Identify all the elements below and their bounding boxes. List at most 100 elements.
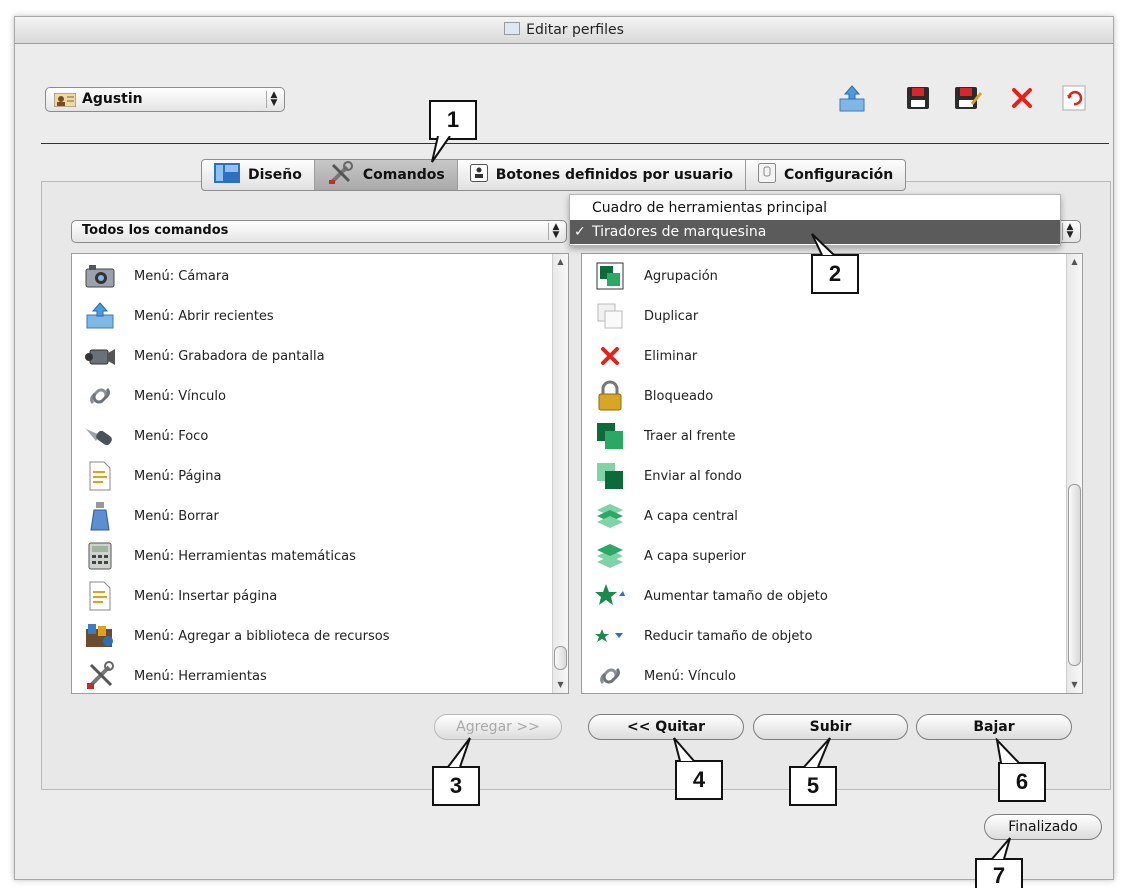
callout-7: 7: [975, 858, 1023, 888]
list-item[interactable]: Menú: Página: [80, 456, 222, 496]
tab-botones-definidos[interactable]: Botones definidos por usuario: [458, 160, 746, 190]
list-item[interactable]: Reducir tamaño de objeto: [590, 616, 812, 656]
tab-label: Configuración: [783, 167, 894, 183]
callout-5-pointer: [803, 737, 831, 768]
save-as-profile-button[interactable]: [953, 83, 983, 113]
callout-2: 2: [811, 254, 859, 294]
edit-profiles-window: Editar perfiles Agustin ▲ ▼ Diseño Comand…: [14, 16, 1114, 880]
layer-middle-icon: [590, 498, 630, 534]
list-item[interactable]: A capa superior: [590, 536, 746, 576]
delete-profile-button[interactable]: [1007, 83, 1037, 113]
list-item[interactable]: Menú: Grabadora de pantalla: [80, 336, 325, 376]
callout-4-pointer: [673, 737, 695, 762]
user-icon: [53, 92, 77, 111]
scrollbar[interactable]: ▲ ▼: [552, 254, 568, 693]
refresh-icon: [1062, 85, 1086, 111]
list-item-label: Menú: Vínculo: [644, 668, 736, 684]
list-item[interactable]: Menú: Abrir recientes: [80, 296, 274, 336]
document-icon: [504, 22, 521, 35]
camera-icon: [80, 258, 120, 294]
list-item[interactable]: Bloqueado: [590, 376, 713, 416]
list-item-label: Menú: Abrir recientes: [134, 308, 274, 324]
clear-spray-icon: [80, 498, 120, 534]
resource-library-icon: [80, 618, 120, 654]
page-icon: [80, 458, 120, 494]
list-item-label: Eliminar: [644, 348, 698, 364]
list-item-label: Menú: Herramientas: [134, 668, 267, 684]
list-item[interactable]: Traer al frente: [590, 416, 736, 456]
insert-page-icon: [80, 578, 120, 614]
callout-7-pointer: [991, 837, 1011, 860]
list-item-label: Bloqueado: [644, 388, 714, 404]
command-filter-select[interactable]: Todos los comandos ▲ ▼: [71, 220, 567, 243]
save-icon: [907, 87, 929, 109]
scroll-down-icon[interactable]: ▼: [1067, 679, 1082, 691]
scroll-up-icon[interactable]: ▲: [553, 256, 568, 268]
move-down-button[interactable]: Bajar: [916, 714, 1072, 740]
remove-command-button[interactable]: << Quitar: [588, 714, 744, 740]
tab-diseno[interactable]: Diseño: [202, 160, 315, 190]
delete-icon: [1012, 88, 1032, 108]
list-item[interactable]: Menú: Vínculo: [80, 376, 226, 416]
scroll-thumb[interactable]: [1068, 484, 1081, 666]
link-icon: [590, 658, 630, 693]
chevron-updown-icon: ▲ ▼: [1062, 223, 1077, 240]
list-item[interactable]: Duplicar: [590, 296, 698, 336]
checkmark-icon: ✓: [574, 224, 586, 240]
scroll-thumb[interactable]: [554, 646, 567, 670]
list-item-label: Menú: Página: [134, 468, 222, 484]
available-commands-list[interactable]: Menú: Cámara Menú: Abrir recientes Menú: G…: [71, 253, 569, 694]
send-back-icon: [590, 458, 630, 494]
callout-3-pointer: [447, 737, 471, 768]
callout-6-pointer: [995, 738, 1020, 764]
duplicate-icon: [590, 298, 630, 334]
settings-icon: [757, 163, 776, 187]
list-item-label: Menú: Vínculo: [134, 388, 226, 404]
list-item[interactable]: Menú: Herramientas matemáticas: [80, 536, 356, 576]
title-bar: Editar perfiles: [15, 17, 1113, 44]
tab-label: Diseño: [248, 167, 302, 183]
list-item-label: Reducir tamaño de objeto: [644, 628, 813, 644]
import-profile-button[interactable]: [837, 83, 867, 113]
list-item[interactable]: Aumentar tamaño de objeto: [590, 576, 828, 616]
chevron-updown-icon: ▲ ▼: [266, 91, 281, 108]
open-recent-icon: [80, 298, 120, 334]
list-item[interactable]: Menú: Foco: [80, 416, 208, 456]
list-item[interactable]: Agrupación: [590, 256, 718, 296]
list-item[interactable]: Menú: Agregar a biblioteca de recursos: [80, 616, 390, 656]
list-item[interactable]: Menú: Borrar: [80, 496, 219, 536]
command-filter-value: Todos los comandos: [82, 223, 229, 238]
list-item-label: Menú: Grabadora de pantalla: [134, 348, 325, 364]
callout-5: 5: [789, 766, 837, 806]
callout-1-pointer: [431, 136, 451, 163]
scroll-up-icon[interactable]: ▲: [1067, 256, 1082, 268]
list-item[interactable]: Enviar al fondo: [590, 456, 742, 496]
menu-item-main-toolbox[interactable]: Cuadro de herramientas principal: [570, 196, 1060, 220]
profile-select-value: Agustin: [82, 91, 143, 107]
lock-icon: [590, 378, 630, 414]
list-item[interactable]: Menú: Cámara: [80, 256, 229, 296]
list-item-label: A capa superior: [644, 548, 747, 564]
refresh-profile-button[interactable]: [1059, 83, 1089, 113]
save-profile-button[interactable]: [903, 83, 933, 113]
tab-configuracion[interactable]: Configuración: [746, 160, 905, 190]
list-item-label: Menú: Foco: [134, 428, 209, 444]
list-item[interactable]: Eliminar: [590, 336, 697, 376]
video-camera-icon: [80, 338, 120, 374]
list-item-label: Menú: Borrar: [134, 508, 219, 524]
list-item[interactable]: Menú: Vínculo: [590, 656, 736, 693]
profile-select[interactable]: Agustin ▲ ▼: [45, 87, 285, 112]
callout-2-pointer: [811, 233, 835, 256]
tab-label: Comandos: [362, 167, 445, 183]
list-item[interactable]: Menú: Herramientas: [80, 656, 267, 693]
scrollbar[interactable]: ▲ ▼: [1066, 254, 1082, 693]
delete-icon: [590, 338, 630, 374]
chevron-updown-icon: ▲ ▼: [548, 223, 563, 240]
list-item[interactable]: Menú: Insertar página: [80, 576, 277, 616]
list-item-label: Menú: Herramientas matemáticas: [134, 548, 356, 564]
tab-bar: Diseño Comandos Botones definidos por us…: [201, 159, 907, 191]
selected-commands-list[interactable]: Agrupación Duplicar Eliminar Bloqueado Traer…: [581, 253, 1083, 694]
list-item[interactable]: A capa central: [590, 496, 738, 536]
scroll-down-icon[interactable]: ▼: [553, 679, 568, 691]
callout-1: 1: [429, 100, 477, 140]
